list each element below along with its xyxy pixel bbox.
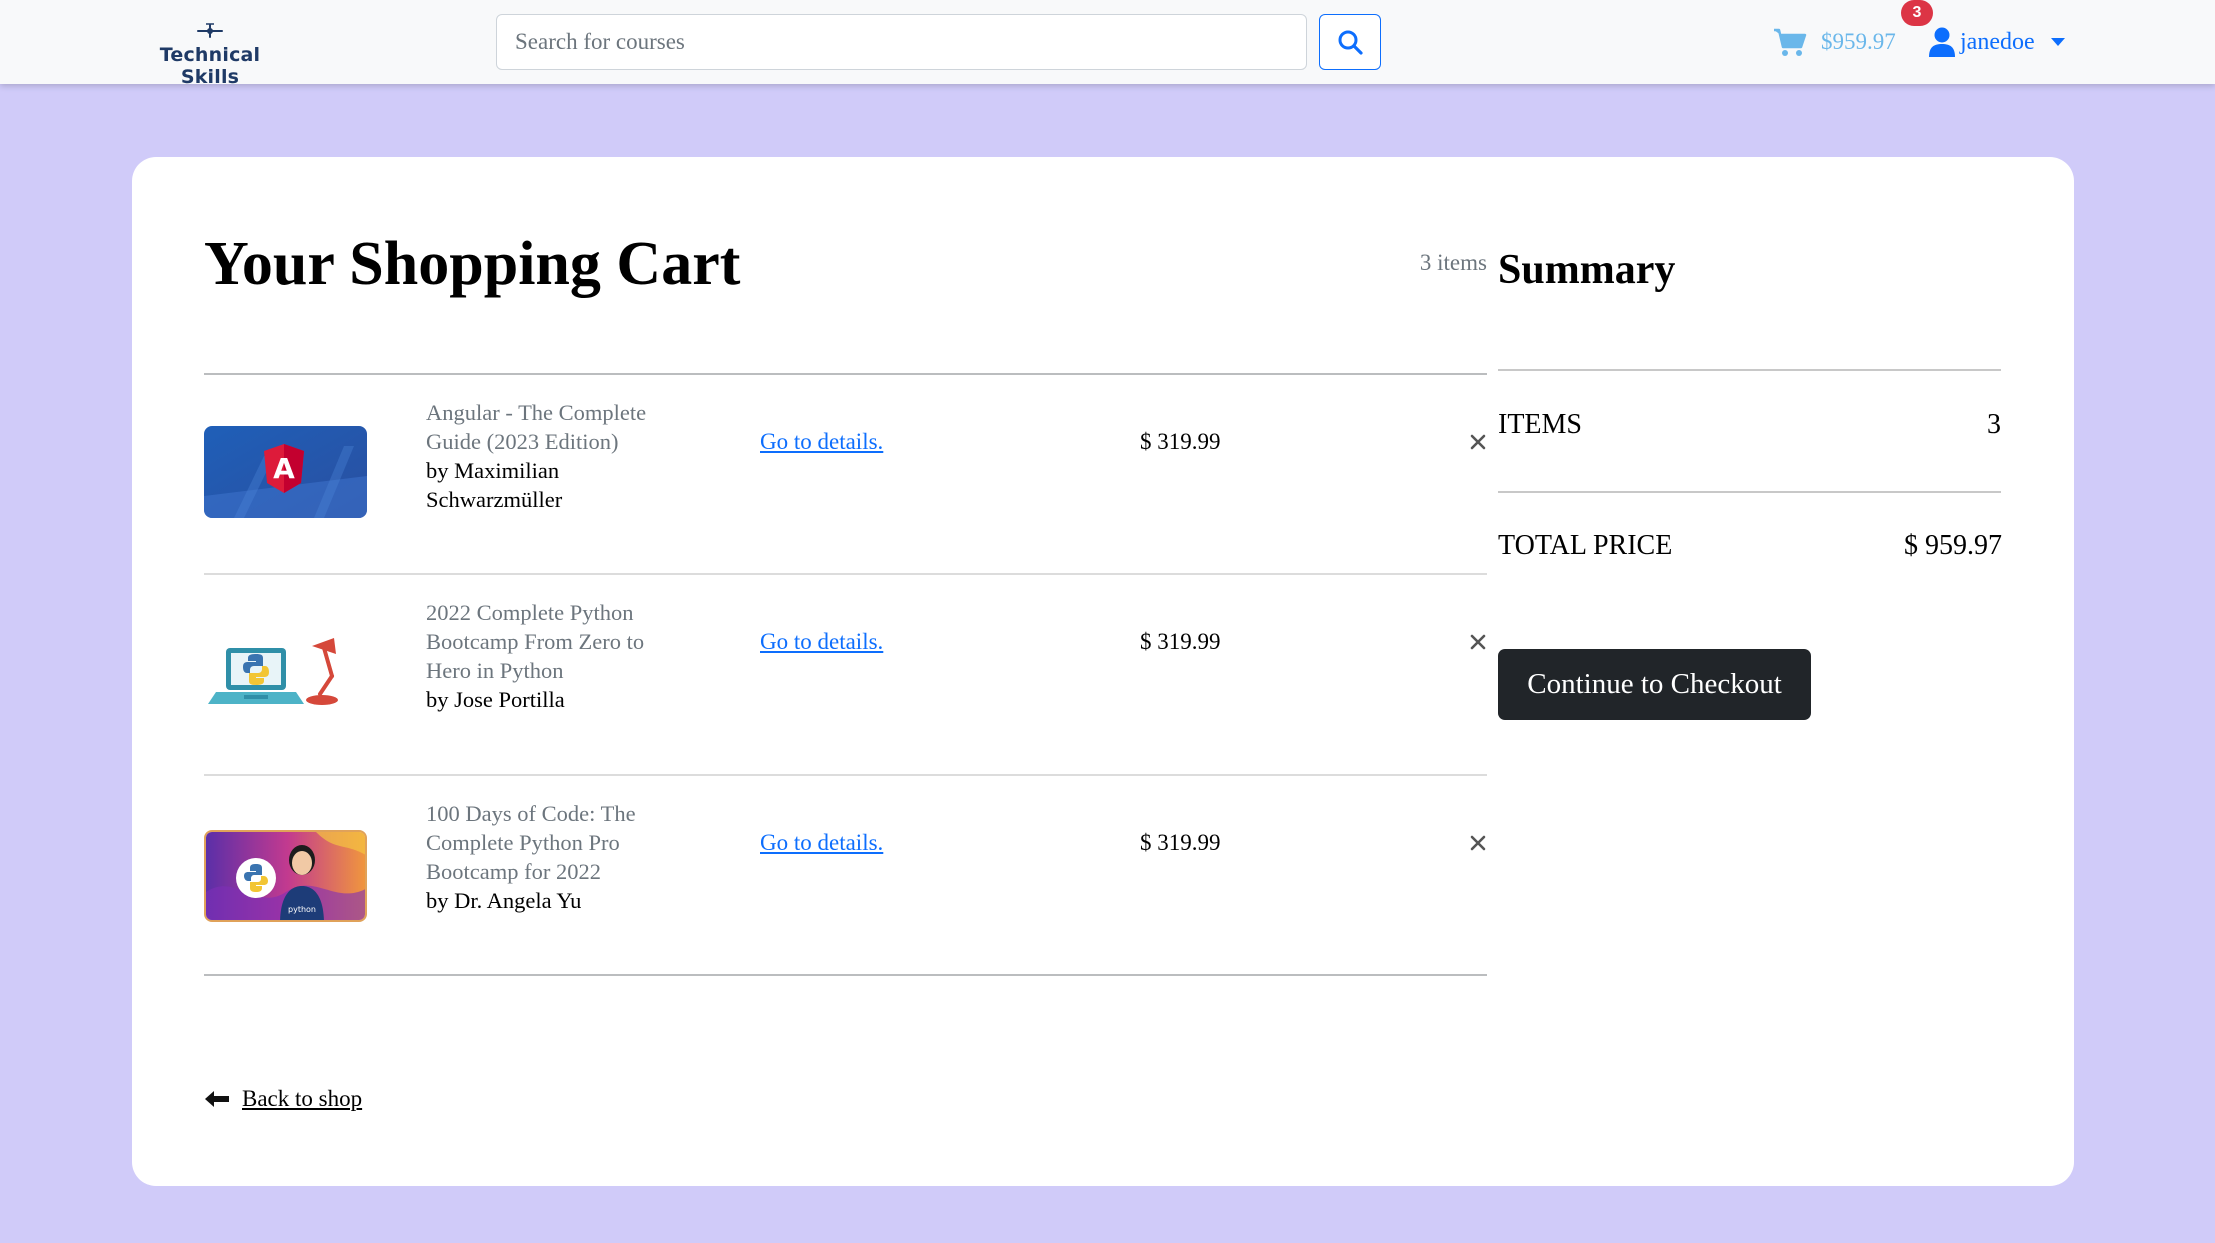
- page-title: Your Shopping Cart: [204, 230, 741, 298]
- cart-total: $959.97: [1821, 29, 1896, 54]
- total-price-label: TOTAL PRICE: [1498, 530, 1673, 561]
- course-title: Angular - The Complete Guide (2023 Editi…: [426, 400, 647, 454]
- arrow-left-icon: [205, 1091, 229, 1107]
- brand-name: Technical Skills: [159, 44, 261, 88]
- search-input[interactable]: [496, 14, 1307, 70]
- cart-card: Your Shopping Cart 3 items A Angular - T…: [132, 157, 2074, 1186]
- shopping-cart-icon: [1774, 28, 1807, 56]
- divider: [204, 974, 1487, 976]
- item-count: 3 items: [1419, 250, 1487, 275]
- brand-link[interactable]: Technical Skills: [130, 22, 290, 88]
- course-title: 100 Days of Code: The Complete Python Pr…: [426, 801, 636, 884]
- total-price-value: $ 959.97: [1904, 530, 2002, 561]
- cart-item-row: 2022 Complete Python Bootcamp From Zero …: [204, 574, 1487, 774]
- cart-item-row: A Angular - The Complete Guide (2023 Edi…: [204, 374, 1487, 574]
- back-to-shop-link[interactable]: Back to shop: [204, 1084, 362, 1114]
- airplane-logo-icon: [197, 23, 223, 38]
- course-author: by Jose Portilla: [426, 687, 565, 712]
- cart-item-row: python 100 Days of Code: The Complete Py…: [204, 775, 1487, 975]
- go-to-details-link[interactable]: Go to details.: [760, 629, 883, 655]
- chevron-down-icon: [2050, 38, 2065, 46]
- divider: [1498, 491, 2001, 493]
- username: janedoe: [1960, 28, 2035, 55]
- svg-text:A: A: [273, 452, 295, 485]
- python-instructor-icon: python: [204, 830, 367, 922]
- course-author: by Dr. Angela Yu: [426, 888, 582, 913]
- go-to-details-link[interactable]: Go to details.: [760, 429, 883, 455]
- search-button[interactable]: [1319, 14, 1381, 70]
- close-icon: [1470, 434, 1486, 450]
- go-to-details-link[interactable]: Go to details.: [760, 830, 883, 856]
- item-price: $ 319.99: [1140, 830, 1221, 855]
- course-author: by Maximilian Schwarzmüller: [426, 458, 563, 512]
- divider: [1498, 369, 2001, 371]
- checkout-button[interactable]: Continue to Checkout: [1498, 649, 1811, 720]
- user-icon: [1929, 27, 1955, 57]
- close-icon: [1470, 835, 1486, 851]
- remove-item-button[interactable]: [1466, 831, 1490, 855]
- items-value: 3: [1987, 409, 2001, 440]
- remove-item-button[interactable]: [1466, 430, 1490, 454]
- search-icon: [1338, 30, 1363, 55]
- close-icon: [1470, 634, 1486, 650]
- summary-title: Summary: [1498, 247, 1676, 293]
- user-menu-dropdown[interactable]: janedoe: [1928, 22, 2065, 62]
- shirt-logo-text: python: [288, 905, 316, 914]
- back-to-shop-label: Back to shop: [242, 1086, 363, 1111]
- top-navbar: Technical Skills $959.97 3 janedoe: [0, 0, 2215, 88]
- items-label: ITEMS: [1498, 409, 1582, 440]
- item-price: $ 319.99: [1140, 429, 1221, 454]
- angular-logo-icon: A: [204, 426, 367, 518]
- course-title: 2022 Complete Python Bootcamp From Zero …: [426, 600, 645, 683]
- item-price: $ 319.99: [1140, 629, 1221, 654]
- python-laptop-icon: [204, 628, 367, 720]
- cart-link[interactable]: $959.97: [1773, 20, 1896, 64]
- remove-item-button[interactable]: [1466, 630, 1490, 654]
